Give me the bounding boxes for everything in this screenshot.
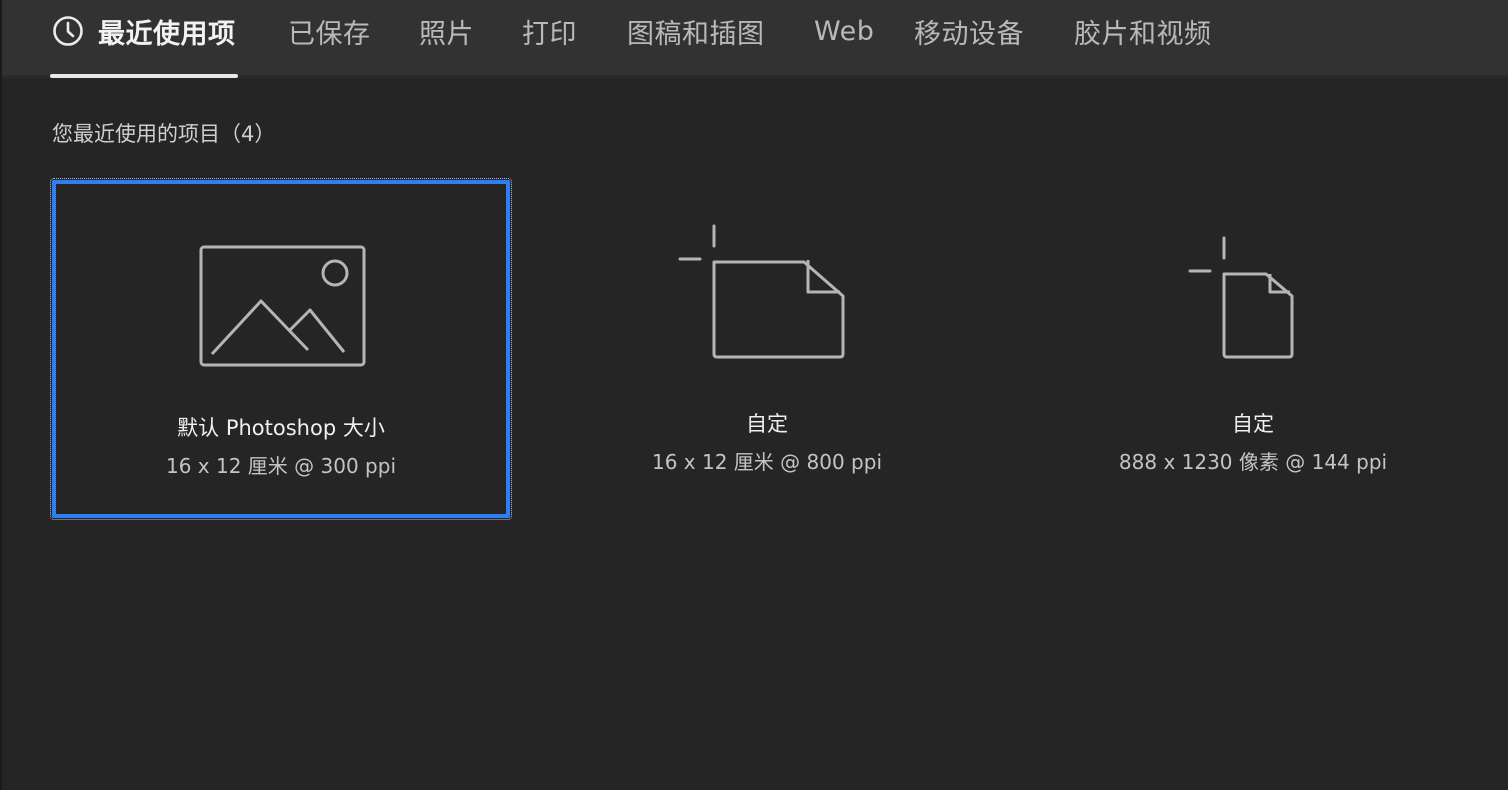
new-document-dialog: 最近使用项 已保存 照片 打印 图稿和插图 Web 移动设备 胶片和视频 您最近…: [0, 0, 1508, 790]
preset-description: 16 x 12 厘米 @ 300 ppi: [166, 454, 396, 478]
preset-card-custom-2[interactable]: 自定 888 x 1230 像素 @ 144 ppi: [1024, 180, 1482, 518]
tab-recent-label: 最近使用项: [98, 18, 236, 50]
preset-description: 16 x 12 厘米 @ 800 ppi: [652, 450, 882, 474]
preset-thumbnail: [56, 184, 506, 404]
tab-art-illustration[interactable]: 图稿和插图: [627, 0, 765, 62]
preset-card-default-photoshop[interactable]: 默认 Photoshop 大小 16 x 12 厘米 @ 300 ppi: [50, 178, 512, 520]
clock-icon: [53, 16, 83, 46]
landscape-document-icon: [678, 224, 845, 359]
portrait-document-icon: [1188, 236, 1294, 359]
preset-name: 自定: [1232, 412, 1274, 436]
tab-photo[interactable]: 照片: [419, 0, 474, 62]
recent-items-heading: 您最近使用的项目（4）: [52, 122, 276, 146]
preset-thumbnail: [1024, 180, 1482, 400]
tab-recent[interactable]: 最近使用项: [52, 0, 236, 62]
tab-saved[interactable]: 已保存: [288, 0, 371, 62]
active-tab-indicator: [50, 74, 238, 78]
preset-description: 888 x 1230 像素 @ 144 ppi: [1118, 450, 1388, 474]
tab-film-video[interactable]: 胶片和视频: [1074, 0, 1212, 62]
preset-category-tabbar: 最近使用项 已保存 照片 打印 图稿和插图 Web 移动设备 胶片和视频: [2, 0, 1508, 78]
preset-name: 自定: [746, 412, 788, 436]
tab-web[interactable]: Web: [814, 0, 874, 62]
preset-card-custom-1[interactable]: 自定 16 x 12 厘米 @ 800 ppi: [538, 180, 996, 518]
image-placeholder-icon: [199, 245, 366, 367]
preset-thumbnail: [538, 180, 996, 400]
tab-mobile[interactable]: 移动设备: [914, 0, 1024, 62]
preset-name: 默认 Photoshop 大小: [177, 416, 385, 440]
tab-print[interactable]: 打印: [522, 0, 577, 62]
